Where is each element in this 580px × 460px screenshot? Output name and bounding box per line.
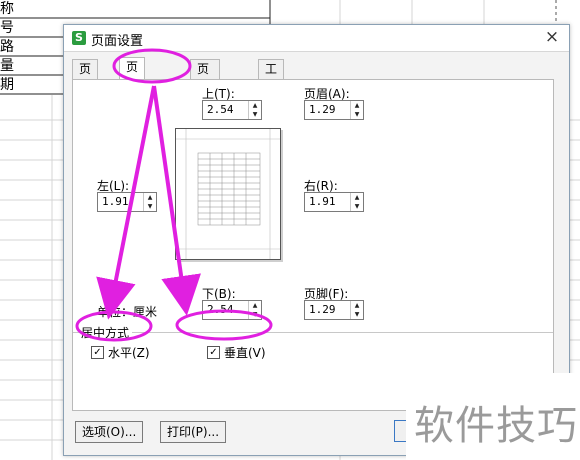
arrow-to-vertical (152, 85, 201, 316)
highlight-horizontal-checkbox (75, 310, 153, 342)
highlight-vertical-checkbox (175, 309, 273, 341)
watermark-text: 软件技巧 (414, 403, 578, 449)
watermark: 软件技巧 (406, 373, 580, 460)
highlight-margins-tab (112, 48, 192, 84)
arrow-to-horizontal (96, 85, 156, 320)
